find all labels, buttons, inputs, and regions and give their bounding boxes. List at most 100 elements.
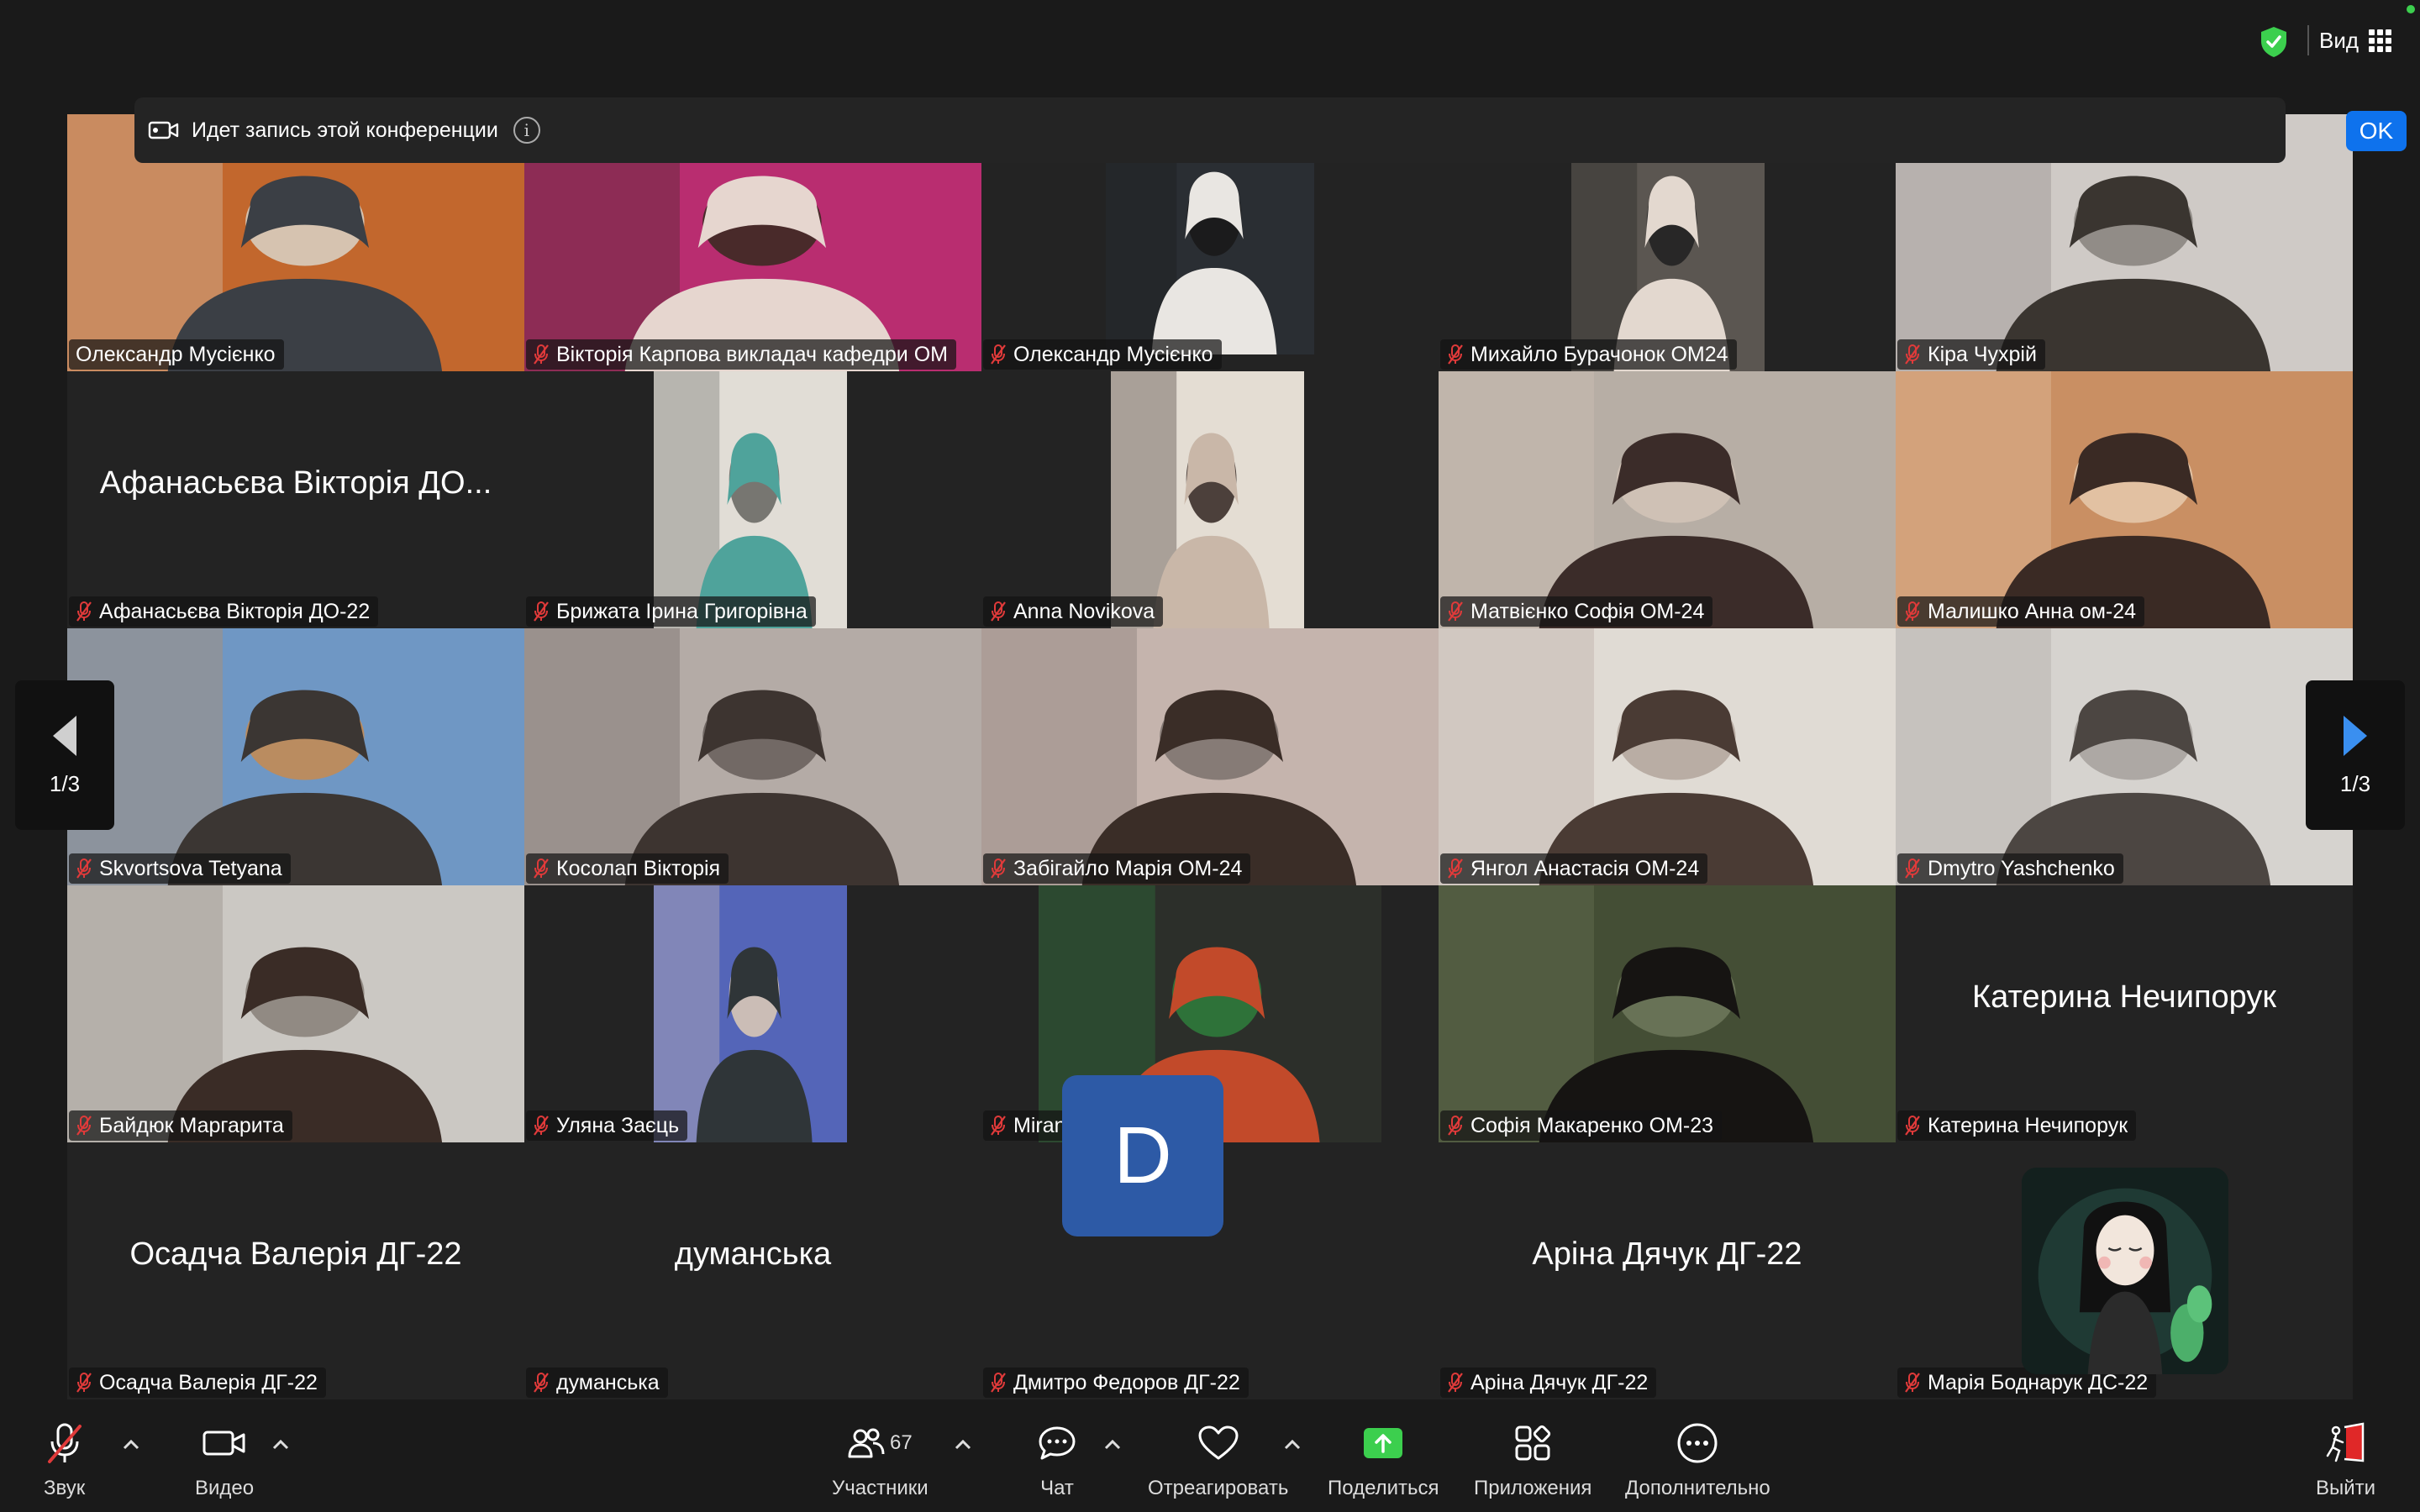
participants-options-caret-icon[interactable] bbox=[953, 1438, 973, 1452]
participant-tile[interactable]: Брижата Ірина Григорівна bbox=[524, 371, 981, 628]
participant-name: Малишко Анна ом-24 bbox=[1928, 599, 2137, 623]
page-indicator-right: 1/3 bbox=[2339, 770, 2371, 796]
participant-name: Уляна Заєць bbox=[556, 1113, 680, 1137]
participant-tile[interactable]: Софія Макаренко ОМ-23 bbox=[1439, 885, 1896, 1142]
participant-name: Кіра Чухрій bbox=[1928, 342, 2037, 366]
participant-name: Косолап Вікторія bbox=[556, 856, 721, 880]
participant-tile[interactable]: Уляна Заєць bbox=[524, 885, 981, 1142]
participant-video bbox=[1439, 885, 1896, 1142]
participant-tile[interactable]: думанська думанська bbox=[524, 1142, 981, 1399]
participant-name: Матвієнко Софія ОМ-24 bbox=[1470, 599, 1705, 623]
participant-tile[interactable]: Аріна Дячук ДГ-22 Аріна Дячук ДГ-22 bbox=[1439, 1142, 1896, 1399]
audio-options-caret-icon[interactable] bbox=[121, 1438, 141, 1452]
next-page-button[interactable]: 1/3 bbox=[2306, 680, 2405, 830]
participant-tile[interactable]: Косолап Вікторія bbox=[524, 628, 981, 885]
participant-name: Вікторія Карпова викладач кафедри ОМ bbox=[556, 342, 948, 366]
apps-icon bbox=[1513, 1420, 1552, 1467]
avatar bbox=[2022, 1168, 2228, 1374]
participant-name-label: Осадча Валерія ДГ-22 bbox=[69, 1368, 326, 1398]
participants-label: Участники bbox=[832, 1477, 929, 1499]
participants-button[interactable]: 67 Участники bbox=[832, 1420, 929, 1500]
mic-muted-icon bbox=[534, 601, 549, 622]
participant-video bbox=[654, 885, 847, 1142]
view-button[interactable]: Вид bbox=[2319, 20, 2392, 60]
participants-icon-wrap: 67 bbox=[848, 1420, 913, 1467]
participant-name: Dmytro Yashchenko bbox=[1928, 856, 2115, 880]
video-label: Видео bbox=[195, 1477, 255, 1499]
participant-name: Брижата Ірина Григорівна bbox=[556, 599, 808, 623]
mic-muted-icon bbox=[534, 1373, 549, 1393]
chat-button[interactable]: Чат bbox=[1037, 1420, 1077, 1500]
participant-video bbox=[981, 628, 1439, 885]
mic-muted-icon bbox=[991, 858, 1006, 879]
avatar: D bbox=[1062, 1075, 1223, 1236]
react-button[interactable]: Отреагировать bbox=[1148, 1420, 1288, 1500]
participant-tile[interactable]: Афанасьєва Вікторія ДО... Афанасьєва Вікт… bbox=[67, 371, 524, 628]
participant-name-label: Катерина Нечипорук bbox=[1897, 1110, 2137, 1141]
mic-muted-icon bbox=[991, 601, 1006, 622]
participant-tile[interactable]: Матвієнко Софія ОМ-24 bbox=[1439, 371, 1896, 628]
participant-name-label: Аріна Дячук ДГ-22 bbox=[1440, 1368, 1657, 1398]
participant-name: Anna Novikova bbox=[1013, 599, 1155, 623]
participant-name-label: думанська bbox=[526, 1368, 668, 1398]
camera-icon bbox=[202, 1420, 247, 1467]
apps-button[interactable]: Приложения bbox=[1474, 1420, 1591, 1500]
participant-name: Олександр Мусієнко bbox=[1013, 342, 1213, 366]
participant-video bbox=[654, 371, 847, 628]
participant-tile[interactable]: Катерина Нечипорук Катерина Нечипорук bbox=[1896, 885, 2353, 1142]
participant-tile[interactable]: Малишко Анна ом-24 bbox=[1896, 371, 2353, 628]
participant-name: Олександр Мусієнко bbox=[76, 342, 276, 366]
chat-options-caret-icon[interactable] bbox=[1102, 1438, 1123, 1452]
meeting-toolbar: Звук Видео 67 Участники Чат Отреагироват… bbox=[0, 1399, 2420, 1512]
participant-name: Аріна Дячук ДГ-22 bbox=[1470, 1370, 1649, 1394]
more-button[interactable]: Дополнительно bbox=[1625, 1420, 1770, 1500]
mic-muted-icon bbox=[1448, 858, 1463, 879]
participant-name: Дмитро Федоров ДГ-22 bbox=[1013, 1370, 1240, 1394]
participant-name: Михайло Бурачонок ОМ24 bbox=[1470, 342, 1728, 366]
participant-tile[interactable]: Байдюк Маргарита bbox=[67, 885, 524, 1142]
mic-muted-icon bbox=[1905, 1116, 1920, 1136]
participant-video bbox=[67, 885, 524, 1142]
participant-display-name: Аріна Дячук ДГ-22 bbox=[1532, 1236, 1802, 1272]
video-options-caret-icon[interactable] bbox=[271, 1438, 291, 1452]
participant-name: Катерина Нечипорук bbox=[1928, 1113, 2128, 1137]
chat-label: Чат bbox=[1040, 1477, 1074, 1499]
participant-name: Афанасьєва Вікторія ДО-22 bbox=[99, 599, 371, 623]
participant-name-label: Олександр Мусієнко bbox=[983, 339, 1222, 370]
mic-muted-icon bbox=[1448, 1116, 1463, 1136]
ok-button[interactable]: OK bbox=[2346, 111, 2407, 151]
participant-tile[interactable]: Осадча Валерія ДГ-22 Осадча Валерія ДГ-22 bbox=[67, 1142, 524, 1399]
participant-tile[interactable]: Янгол Анастасія ОМ-24 bbox=[1439, 628, 1896, 885]
participant-tile[interactable]: Забігайло Марія ОМ-24 bbox=[981, 628, 1439, 885]
participant-tile[interactable]: Skvortsova Tetyana bbox=[67, 628, 524, 885]
participant-tile[interactable]: Anna Novikova bbox=[981, 371, 1439, 628]
participant-video bbox=[67, 628, 524, 885]
participant-name-label: Михайло Бурачонок ОМ24 bbox=[1440, 339, 1737, 370]
mic-muted-icon bbox=[1905, 601, 1920, 622]
security-shield-icon[interactable] bbox=[2259, 25, 2289, 59]
participant-tile[interactable]: Dmytro Yashchenko bbox=[1896, 628, 2353, 885]
participant-name-label: Софія Макаренко ОМ-23 bbox=[1440, 1110, 1723, 1141]
mic-muted-icon bbox=[534, 858, 549, 879]
participant-video bbox=[1439, 628, 1896, 885]
share-button[interactable]: Поделиться bbox=[1328, 1420, 1439, 1500]
audio-label: Звук bbox=[44, 1477, 86, 1499]
participant-video bbox=[1439, 371, 1896, 628]
participant-name: Осадча Валерія ДГ-22 bbox=[99, 1370, 318, 1394]
participant-name: Забігайло Марія ОМ-24 bbox=[1013, 856, 1243, 880]
mic-muted-icon bbox=[1448, 1373, 1463, 1393]
mic-muted-icon bbox=[991, 344, 1006, 365]
video-button[interactable]: Видео bbox=[195, 1420, 254, 1500]
leave-button[interactable]: Выйти bbox=[2316, 1420, 2375, 1500]
react-options-caret-icon[interactable] bbox=[1282, 1438, 1302, 1452]
leave-icon bbox=[2324, 1420, 2368, 1467]
participant-name-label: Дмитро Федоров ДГ-22 bbox=[983, 1368, 1249, 1398]
more-icon bbox=[1676, 1420, 1718, 1467]
info-icon[interactable]: i bbox=[513, 117, 540, 144]
react-label: Отреагировать bbox=[1148, 1477, 1289, 1499]
participant-name-label: Байдюк Маргарита bbox=[69, 1110, 292, 1141]
prev-page-button[interactable]: 1/3 bbox=[15, 680, 114, 830]
share-screen-icon bbox=[1362, 1420, 1404, 1467]
audio-button[interactable]: Звук bbox=[44, 1420, 85, 1500]
mic-muted-icon bbox=[534, 1116, 549, 1136]
